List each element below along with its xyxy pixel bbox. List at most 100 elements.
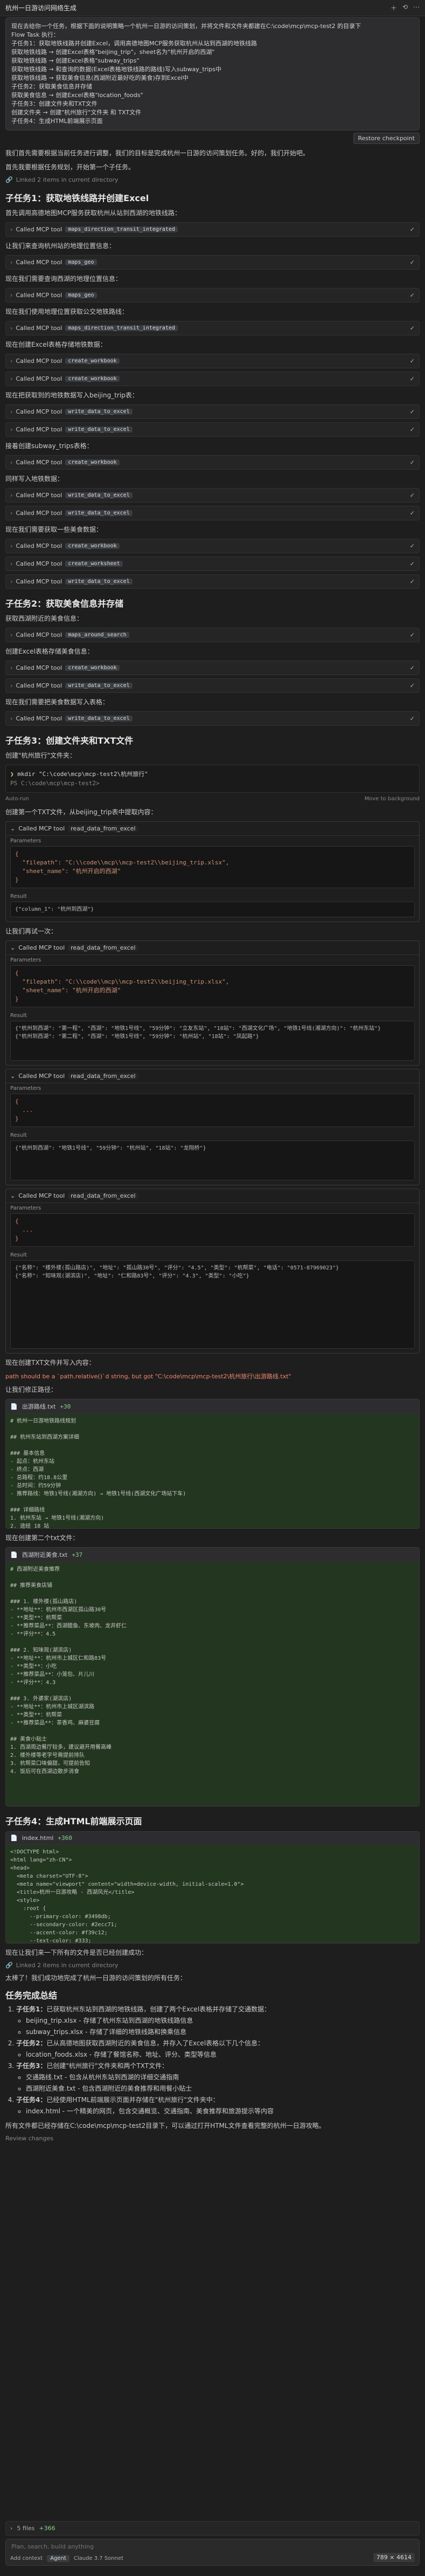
- chevron-right-icon: ›: [10, 715, 13, 722]
- chevron-right-icon: ›: [10, 325, 13, 332]
- chevron-down-icon[interactable]: ⌄: [10, 825, 15, 832]
- link-icon: 🔗: [5, 1962, 13, 1969]
- chevron-down-icon[interactable]: ⌄: [10, 1192, 15, 1199]
- linked-items[interactable]: 🔗 Linked 2 items in current directory: [5, 176, 420, 183]
- mcp-tool-call[interactable]: › Called MCP tool create_workbook ✓: [5, 455, 420, 470]
- agent-mode-selector[interactable]: Agent: [47, 2555, 69, 2562]
- changed-files-bar[interactable]: › 5 files +366: [5, 2521, 420, 2536]
- task1-text: 同样写入地铁数据：: [5, 475, 64, 483]
- linked-items[interactable]: 🔗 Linked 2 items in current directory: [5, 1962, 420, 1969]
- summary-item-title: 子任务1：: [16, 2005, 47, 2013]
- new-chat-icon[interactable]: ＋: [391, 3, 397, 12]
- summary-item-title: 子任务3：: [16, 2062, 47, 2070]
- size-badge: 789 × 4614: [373, 2553, 415, 2562]
- mcp-tool-call[interactable]: › Called MCP tool write_data_to_excel ✓: [5, 574, 420, 589]
- chevron-right-icon: ›: [10, 408, 13, 415]
- check-icon: ✓: [409, 560, 415, 567]
- composer: › 5 files +366 Add context Agent Claude …: [5, 2521, 420, 2566]
- check-icon: ✓: [409, 408, 415, 415]
- params-code: { ... }: [10, 1213, 415, 1247]
- mcp-tool-call[interactable]: › Called MCP tool write_data_to_excel ✓: [5, 678, 420, 693]
- summary-subitem: 交通路线.txt - 包含从杭州东站到西湖的详细交通指南: [26, 2072, 420, 2083]
- mcp-tool-call[interactable]: › Called MCP tool create_worksheet ✓: [5, 557, 420, 571]
- mcp-tool-call[interactable]: › Called MCP tool maps_geo ✓: [5, 255, 420, 270]
- user-request-line: 创建文件夹 → 创建"杭州旅行"文件夹 和 TXT文件: [11, 109, 142, 116]
- check-icon: ✓: [409, 375, 415, 382]
- mcp-tool-call[interactable]: › Called MCP tool write_data_to_excel ✓: [5, 404, 420, 419]
- mcp-tool-call[interactable]: › Called MCP tool maps_around_search ✓: [5, 628, 420, 642]
- task1-text: 接着创建subway_trips表格：: [5, 442, 93, 450]
- task3-heading: 子任务3：创建文件夹和TXT文件: [5, 736, 134, 746]
- result-code: {"名称": "楼外楼(孤山路店)", "地址": "孤山路30号", "评分"…: [10, 1260, 415, 1349]
- mcp-tool-call[interactable]: › Called MCP tool write_data_to_excel ✓: [5, 711, 420, 726]
- check-icon: ✓: [409, 631, 415, 638]
- summary-item-text: 已获取杭州东站到西湖的地铁线路，创建了两个Excel表格并存储了交通数据：: [46, 2005, 271, 2013]
- mcp-tool-call[interactable]: › Called MCP tool create_workbook ✓: [5, 372, 420, 386]
- terminal-command[interactable]: ❯ mkdir "C:\code\mcp\mcp-test2\杭州旅行" PS …: [5, 765, 420, 793]
- chevron-right-icon: ›: [10, 682, 13, 689]
- chevron-right-icon: ›: [10, 578, 13, 585]
- check-icon: ✓: [409, 325, 415, 332]
- intro-text-2: 首先我要根据任务规划，开始第一个子任务。: [5, 163, 135, 171]
- file-edit-block[interactable]: 📄 index.html +360 <!DOCTYPE html> <html la…: [5, 1831, 420, 1943]
- tool-call-detail: ⌄ Called MCP tool read_data_from_excel Par…: [5, 821, 420, 922]
- move-to-background-button[interactable]: Move to background: [365, 796, 420, 802]
- chat-input[interactable]: [10, 2543, 336, 2551]
- summary-intro: 太棒了！我们成功地完成了杭州一日游的访问策划的所有任务：: [5, 1974, 187, 1982]
- mcp-tool-call[interactable]: › Called MCP tool write_data_to_excel ✓: [5, 488, 420, 503]
- file-content: # 杭州一日游地铁路线规划 ## 杭州东站到西湖方案详细 ### 基本信息 - …: [6, 1414, 419, 1528]
- check-icon: ✓: [409, 715, 415, 722]
- file-content: <!DOCTYPE html> <html lang="zh-CN"> <hea…: [6, 1845, 419, 1943]
- summary-subitem: subway_trips.xlsx - 存储了详细的地铁线路和换乘信息: [26, 2027, 420, 2037]
- task2-text: 获取西湖附近的美食信息：: [5, 615, 83, 622]
- user-request-line: 获取美食信息 → 创建Excel表格"location_foods": [11, 92, 143, 99]
- task1-text: 让我们来查询杭州站的地理位置信息：: [5, 242, 116, 250]
- mcp-tool-call[interactable]: › Called MCP tool maps_geo ✓: [5, 288, 420, 303]
- chevron-down-icon[interactable]: ⌄: [10, 944, 15, 951]
- mcp-tool-call[interactable]: › Called MCP tool maps_direction_transit_i…: [5, 321, 420, 335]
- check-icon: ✓: [409, 226, 415, 233]
- chevron-right-icon: ›: [10, 560, 13, 567]
- check-icon: ✓: [409, 664, 415, 671]
- task2-heading: 子任务2：获取美食信息并存储: [5, 599, 124, 609]
- chat-input-box[interactable]: Add context Agent Claude 3.7 Sonnet 789 …: [5, 2539, 420, 2566]
- mcp-tool-call[interactable]: › Called MCP tool maps_direction_transit_i…: [5, 222, 420, 237]
- user-request-line: 子任务2：获取美食信息并存储: [11, 83, 92, 90]
- add-context-button[interactable]: Add context: [10, 2556, 43, 2561]
- task4-heading: 子任务4：生成HTML前端展示页面: [5, 1816, 142, 1826]
- user-request-line: 子任务1：获取地铁线路并创建Excel，调用高德地图MCP服务获取杭州从站到西湖…: [11, 40, 257, 47]
- chevron-right-icon: ›: [10, 664, 13, 671]
- auto-run-toggle[interactable]: Auto-run: [5, 796, 29, 802]
- task2-text: 现在我们需要把美食数据写入表格：: [5, 698, 109, 706]
- mcp-tool-call[interactable]: › Called MCP tool create_workbook ✓: [5, 661, 420, 675]
- mcp-tool-call[interactable]: › Called MCP tool write_data_to_excel ✓: [5, 422, 420, 437]
- summary-closing: 所有文件都已经存储在C:\code\mcp\mcp-test2目录下，可以通过打…: [5, 2122, 325, 2130]
- chevron-right-icon: ›: [10, 459, 13, 466]
- chevron-down-icon[interactable]: ⌄: [10, 1073, 15, 1080]
- restore-checkpoint-button[interactable]: Restore checkpoint: [353, 133, 420, 144]
- summary-heading: 任务完成总结: [5, 1990, 58, 2001]
- more-icon[interactable]: ⋯: [413, 3, 420, 12]
- model-selector[interactable]: Claude 3.7 Sonnet: [74, 2556, 123, 2561]
- check-icon: ✓: [409, 492, 415, 499]
- mcp-tool-call[interactable]: › Called MCP tool write_data_to_excel ✓: [5, 506, 420, 520]
- chevron-right-icon: ›: [10, 542, 13, 549]
- user-request-line: 现在去给你一个任务，根据下面的说明策略一个杭州一日游的访问策划，并将文件和文件夹…: [11, 23, 361, 30]
- title-bar: 杭州一日游访问网络生成 ＋ ⟲ ⋯: [0, 0, 425, 16]
- params-code: { "filepath": "C:\\code\\mcp\\mcp-test2\…: [10, 965, 415, 1007]
- task4-text: 现在让我们来一下所有的文件是否已经创建成功：: [5, 1949, 148, 1956]
- check-icon: ✓: [409, 292, 415, 299]
- file-icon: 📄: [10, 1403, 18, 1410]
- history-icon[interactable]: ⟲: [402, 3, 408, 12]
- file-edit-block[interactable]: 📄 西湖附近美食.txt +37 # 西湖附近美食推荐 ## 推荐美食店铺 ### …: [5, 1547, 420, 1806]
- chevron-right-icon: ›: [10, 2525, 13, 2532]
- summary-item: 子任务4：已经使用HTML前端展示页面并存储在"杭州旅行"文件夹中： index.…: [16, 2095, 420, 2117]
- user-request-line: 子任务3：创建文件夹和TXT文件: [11, 100, 97, 107]
- user-request-line: 获取地铁线路 → 创建Excel表格"subway_trips": [11, 57, 140, 64]
- chevron-right-icon: ›: [10, 492, 13, 499]
- file-edit-block[interactable]: 📄 出游路线.txt +30 # 杭州一日游地铁路线规划 ## 杭州东站到西湖方案详…: [5, 1399, 420, 1529]
- mcp-tool-call[interactable]: › Called MCP tool create_workbook ✓: [5, 354, 420, 368]
- mcp-tool-call[interactable]: › Called MCP tool create_workbook ✓: [5, 539, 420, 553]
- chevron-right-icon: ›: [10, 292, 13, 299]
- review-changes-link[interactable]: Review changes: [5, 2135, 420, 2142]
